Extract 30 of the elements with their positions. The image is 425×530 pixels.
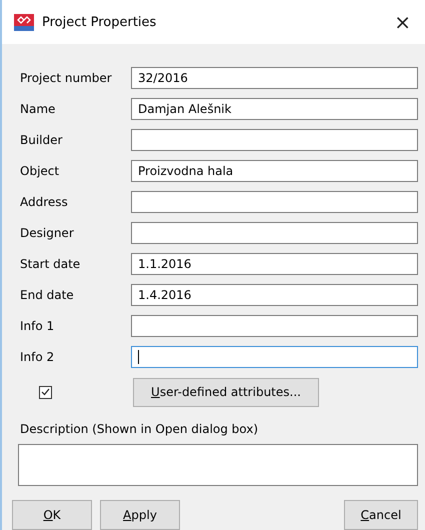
field-label: Info 2 <box>19 350 56 364</box>
app-logo-icon <box>14 14 34 30</box>
text-field[interactable] <box>131 346 418 368</box>
close-button[interactable]: × <box>390 10 415 34</box>
dialog-button[interactable]: OK <box>12 500 92 530</box>
field-label: Start date <box>19 256 82 270</box>
description-field[interactable] <box>18 444 418 486</box>
text-field[interactable]: Damjan Alešnik <box>131 98 418 120</box>
field-label: Info 1 <box>19 318 56 332</box>
text-field[interactable]: Proizvodna hala <box>131 160 418 182</box>
text-field[interactable]: 32/2016 <box>131 66 418 88</box>
field-label: Builder <box>19 132 64 146</box>
text-field[interactable] <box>131 190 418 212</box>
checkbox[interactable] <box>39 386 52 398</box>
text-field[interactable] <box>131 314 418 336</box>
text-field[interactable]: 1.1.2016 <box>131 252 418 274</box>
field-label: End date <box>19 288 75 302</box>
description-label: Description (Shown in Open dialog box) <box>20 422 260 436</box>
field-label: Project number <box>19 70 113 84</box>
field-label: Object <box>19 164 60 178</box>
window-title: Project Properties <box>42 14 158 30</box>
text-field[interactable]: 1.4.2016 <box>131 284 418 306</box>
dialog-button[interactable]: Cancel <box>344 500 418 530</box>
text-field[interactable] <box>131 222 418 244</box>
field-label: Address <box>19 194 69 208</box>
text-field[interactable] <box>131 128 418 150</box>
user-attributes-button[interactable]: User-defined attributes... <box>133 378 319 406</box>
dialog-button[interactable]: Apply <box>100 500 180 530</box>
field-label: Designer <box>19 226 75 240</box>
field-label: Name <box>19 102 56 116</box>
